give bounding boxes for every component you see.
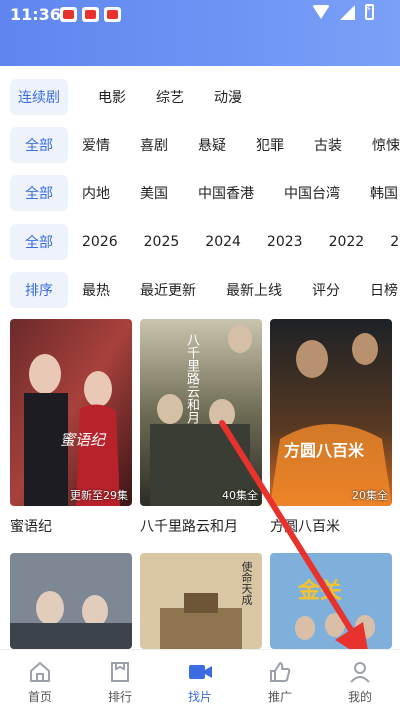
region-option[interactable]: 中国台湾 — [284, 183, 340, 203]
sort-option[interactable]: 最新上线 — [226, 280, 282, 300]
thumbs-up-icon — [270, 662, 291, 682]
show-poster[interactable]: 金关 — [270, 553, 392, 649]
genre-option[interactable]: 古装 — [314, 135, 342, 155]
genre-active-chip[interactable]: 全部 — [10, 127, 68, 163]
tab-label: 首页 — [27, 690, 52, 704]
category-option[interactable]: 电影 — [98, 87, 126, 107]
year-option[interactable]: 2024 — [205, 234, 241, 250]
show-poster[interactable]: 使命天成 — [140, 553, 262, 649]
category-option[interactable]: 综艺 — [156, 87, 184, 107]
region-active-chip[interactable]: 全部 — [10, 175, 68, 211]
signal-icon — [340, 4, 355, 20]
show-card[interactable]: 金关 — [270, 553, 392, 649]
region-option[interactable]: 美国 — [140, 183, 168, 203]
battery-icon — [365, 4, 374, 20]
filter-row-sort: 排序 最热 最近更新 最新上线 评分 日榜 — [10, 272, 400, 308]
bottom-tab-bar: 首页 排行 找片 推广 我的 — [0, 649, 400, 711]
show-title[interactable]: 八千里路云和月 — [140, 516, 262, 536]
filter-row-category: 连续剧 电影 综艺 动漫 — [10, 79, 400, 115]
tab-ranking[interactable]: 排行 — [80, 650, 160, 711]
poster-title-art: 蜜语纪 — [60, 431, 106, 449]
filter-row-year: 全部 2026 2025 2024 2023 2022 2 — [10, 224, 400, 260]
app-notification-icon — [104, 7, 121, 22]
poster-title-art: 金关 — [298, 579, 343, 604]
ranking-icon — [111, 662, 129, 682]
show-title[interactable]: 方圆八百米 — [270, 516, 392, 536]
year-active-chip[interactable]: 全部 — [10, 224, 68, 260]
profile-icon — [350, 662, 370, 683]
tab-label: 推广 — [267, 690, 292, 704]
genre-option[interactable]: 爱情 — [82, 135, 110, 155]
tab-label: 我的 — [347, 690, 372, 704]
episode-badge: 更新至29集 — [70, 489, 128, 502]
show-card[interactable] — [10, 553, 132, 649]
show-poster[interactable]: 方圆八百米 20集全 — [270, 319, 392, 506]
tab-promote[interactable]: 推广 — [240, 650, 320, 711]
filter-row-region: 全部 内地 美国 中国香港 中国台湾 韩国 — [10, 175, 400, 211]
year-option[interactable]: 2025 — [144, 234, 180, 250]
filter-row-genre: 全部 爱情 喜剧 悬疑 犯罪 古装 惊悚 — [10, 127, 400, 163]
tab-profile[interactable]: 我的 — [320, 650, 400, 711]
sort-option[interactable]: 最热 — [82, 280, 110, 300]
video-icon — [189, 665, 212, 679]
year-option[interactable]: 2026 — [82, 234, 118, 250]
poster-title-art: 使命天成 — [240, 561, 253, 605]
poster-title-art: 方圆八百米 — [284, 441, 365, 460]
year-option[interactable]: 2 — [390, 234, 399, 250]
region-option[interactable]: 韩国 — [370, 183, 398, 203]
sort-active-chip[interactable]: 排序 — [10, 272, 68, 308]
category-active-chip[interactable]: 连续剧 — [10, 79, 68, 115]
system-icons — [312, 4, 374, 20]
show-card[interactable]: 方圆八百米 20集全 方圆八百米 — [270, 319, 392, 536]
year-option[interactable]: 2022 — [329, 234, 365, 250]
tab-find-video[interactable]: 找片 — [160, 650, 240, 711]
category-option[interactable]: 动漫 — [214, 87, 242, 107]
show-card[interactable]: 蜜语纪 更新至29集 蜜语纪 — [10, 319, 132, 536]
sort-option[interactable]: 日榜 — [370, 280, 398, 300]
status-time: 11:36 — [10, 5, 61, 24]
region-option[interactable]: 内地 — [82, 183, 110, 203]
show-title[interactable]: 蜜语纪 — [10, 516, 132, 536]
show-poster[interactable]: 八千里路云和月 40集全 — [140, 319, 262, 506]
genre-option[interactable]: 喜剧 — [140, 135, 168, 155]
genre-option[interactable]: 惊悚 — [372, 135, 400, 155]
show-poster[interactable] — [10, 553, 132, 649]
genre-option[interactable]: 悬疑 — [198, 135, 226, 155]
app-notification-icon — [82, 7, 99, 22]
episode-badge: 20集全 — [352, 489, 388, 502]
year-option[interactable]: 2023 — [267, 234, 303, 250]
wifi-icon — [312, 5, 330, 19]
tab-label: 排行 — [107, 690, 132, 704]
poster-title-art: 八千里路云和月 — [184, 333, 199, 424]
show-card[interactable]: 使命天成 — [140, 553, 262, 649]
episode-badge: 40集全 — [222, 489, 258, 502]
sort-option[interactable]: 最近更新 — [140, 280, 196, 300]
region-option[interactable]: 中国香港 — [198, 183, 254, 203]
tab-home[interactable]: 首页 — [0, 650, 80, 711]
status-bar: 11:36 — [0, 0, 400, 66]
sort-option[interactable]: 评分 — [312, 280, 340, 300]
app-notification-icon — [60, 7, 77, 22]
show-card[interactable]: 八千里路云和月 40集全 八千里路云和月 — [140, 319, 262, 536]
show-poster[interactable]: 蜜语纪 更新至29集 — [10, 319, 132, 506]
genre-option[interactable]: 犯罪 — [256, 135, 284, 155]
tab-label: 找片 — [187, 690, 212, 704]
home-icon — [30, 662, 50, 682]
